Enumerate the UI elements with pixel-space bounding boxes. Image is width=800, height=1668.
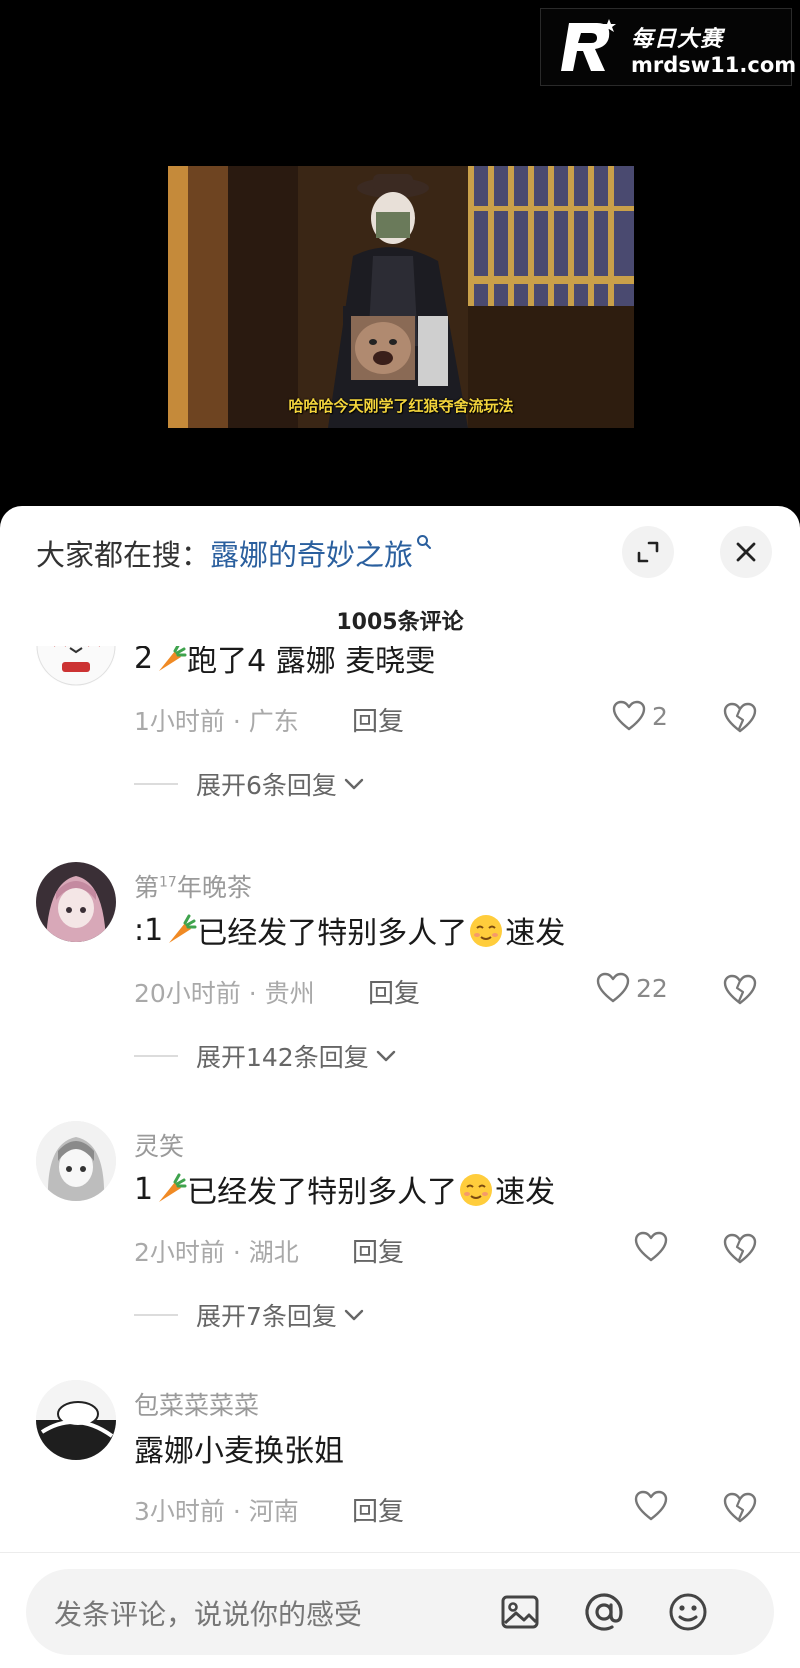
avatar[interactable] bbox=[36, 1121, 116, 1201]
reply-button[interactable]: 回复 bbox=[352, 701, 404, 738]
comment-content: :1 已经发了特别多人了 速发 bbox=[134, 908, 565, 952]
chevron-down-icon bbox=[344, 778, 364, 790]
comment-username[interactable]: 包菜菜菜菜 bbox=[134, 1386, 259, 1422]
expand-replies-label: 展开7条回复 bbox=[196, 1302, 337, 1331]
username-part: 第 bbox=[134, 873, 160, 902]
search-suggestion-prefix: 大家都在搜： bbox=[36, 538, 211, 572]
divider-line bbox=[134, 783, 178, 785]
search-suggestion-keyword[interactable]: 露娜的奇妙之旅 bbox=[210, 538, 413, 572]
comment-content-text: 已经发了特别多人了 bbox=[187, 1175, 458, 1210]
broken-heart-icon[interactable] bbox=[723, 1233, 757, 1265]
video-player[interactable]: 每日大赛 mrdsw11.com 哈哈哈今天刚学了红狼夺舍流玩法 bbox=[0, 0, 800, 520]
heart-icon bbox=[634, 1231, 668, 1262]
avatar-image bbox=[36, 1121, 116, 1201]
comment-content-prefix: 1 bbox=[134, 1171, 154, 1207]
comment-time-location: 2小时前 · 湖北 bbox=[134, 1238, 299, 1267]
comment-item: 灵笑 1 已经发了特别多人了 速发 2小时前 · 湖北 回复 展开7条回复 bbox=[0, 1121, 800, 1361]
heart-icon bbox=[634, 1490, 668, 1521]
comment-count: 1005条评论 bbox=[336, 610, 464, 635]
search-icon bbox=[417, 535, 432, 549]
broken-heart-icon[interactable] bbox=[723, 702, 757, 734]
avatar-image bbox=[36, 862, 116, 942]
comment-item: moon 2 跑了4 露娜 麦晓雯 1小时前 · 广东 回复 2 bbox=[0, 646, 800, 846]
like-button[interactable] bbox=[634, 1231, 674, 1263]
watermark: 每日大赛 mrdsw11.com bbox=[540, 8, 796, 86]
heart-icon bbox=[596, 972, 630, 1003]
username-part: 年晚茶 bbox=[176, 873, 252, 902]
comment-content-text: 速发 bbox=[495, 1175, 556, 1210]
reply-button[interactable]: 回复 bbox=[352, 1232, 404, 1269]
comment-content-text: 已经发了特别多人了 bbox=[197, 916, 468, 951]
comment-time-location: 20小时前 · 贵州 bbox=[134, 979, 315, 1008]
avatar[interactable] bbox=[36, 862, 116, 942]
smile-icon[interactable] bbox=[666, 1590, 710, 1634]
avatar[interactable] bbox=[36, 1380, 116, 1460]
comment-content-prefix: :1 bbox=[134, 912, 164, 948]
expand-icon bbox=[637, 541, 659, 563]
avatar[interactable] bbox=[36, 646, 116, 686]
comment-username[interactable]: 第17年晚茶 bbox=[134, 868, 252, 904]
comment-sheet: 大家都在搜：露娜的奇妙之旅 1005条评论 2 跑了4 露娜 麦晓雯 1小时前 … bbox=[0, 506, 800, 1668]
heart-icon bbox=[612, 700, 646, 731]
chevron-down-icon bbox=[376, 1050, 395, 1062]
username-superscript: 17 bbox=[159, 874, 177, 891]
broken-heart-icon[interactable] bbox=[723, 974, 757, 1006]
comment-content: 露娜小麦换张姐 bbox=[134, 1434, 344, 1469]
image-icon[interactable] bbox=[498, 1590, 542, 1634]
close-icon bbox=[736, 542, 756, 562]
comment-input-placeholder: 发条评论，说说你的感受 bbox=[54, 1598, 363, 1631]
comment-content-text: 跑了4 露娜 麦晓雯 bbox=[187, 646, 436, 679]
video-frame[interactable]: 哈哈哈今天刚学了红狼夺舍流玩法 bbox=[168, 166, 634, 428]
like-count: 22 bbox=[636, 973, 668, 1003]
like-button[interactable]: 22 bbox=[596, 972, 668, 1004]
comment-item: 包菜菜菜菜 露娜小麦换张姐 3小时前 · 河南 回复 bbox=[0, 1380, 800, 1551]
reply-button[interactable]: 回复 bbox=[368, 973, 420, 1010]
like-button[interactable] bbox=[634, 1490, 668, 1522]
avatar-image bbox=[36, 1380, 116, 1460]
comment-item: 第17年晚茶 :1 已经发了特别多人了 速发 20小时前 · 贵州 回复 22 … bbox=[0, 862, 800, 1102]
at-icon[interactable] bbox=[582, 1590, 626, 1634]
comment-time-location: 1小时前 · 广东 bbox=[134, 707, 299, 736]
chevron-down-icon bbox=[344, 1309, 364, 1321]
expand-replies-label: 展开142条回复 bbox=[196, 1043, 369, 1072]
carrot-emoji-icon bbox=[159, 646, 187, 671]
search-suggestion[interactable]: 大家都在搜：露娜的奇妙之旅 bbox=[36, 532, 432, 574]
comment-time-location: 3小时前 · 河南 bbox=[134, 1497, 299, 1526]
like-button[interactable]: 2 bbox=[612, 700, 668, 732]
expand-replies-label: 展开6条回复 bbox=[196, 771, 337, 800]
comment-username[interactable]: 灵笑 bbox=[134, 1127, 184, 1163]
brand-logo-icon bbox=[561, 19, 616, 71]
carrot-emoji-icon bbox=[169, 914, 197, 943]
shy-face-emoji-icon bbox=[460, 1174, 493, 1206]
carrot-emoji-icon bbox=[159, 1173, 187, 1202]
expand-button[interactable] bbox=[622, 526, 674, 578]
expand-replies-button[interactable]: 展开7条回复 bbox=[134, 1297, 365, 1333]
watermark-brand: 每日大赛 bbox=[631, 27, 724, 52]
expand-replies-button[interactable]: 展开6条回复 bbox=[134, 766, 365, 802]
comment-content: 2 跑了4 露娜 麦晓雯 bbox=[134, 646, 435, 680]
expand-replies-button[interactable]: 展开142条回复 bbox=[134, 1038, 397, 1074]
shy-face-emoji-icon bbox=[470, 915, 503, 947]
like-count: 2 bbox=[652, 701, 668, 731]
video-scene-image bbox=[168, 166, 634, 428]
comment-content: 1 已经发了特别多人了 速发 bbox=[134, 1167, 555, 1211]
comment-input-bar: 发条评论，说说你的感受 bbox=[0, 1552, 800, 1668]
comment-input[interactable]: 发条评论，说说你的感受 bbox=[26, 1569, 774, 1655]
reply-button[interactable]: 回复 bbox=[352, 1491, 404, 1528]
comment-content-text: 速发 bbox=[505, 916, 566, 951]
broken-heart-icon[interactable] bbox=[723, 1492, 757, 1524]
divider-line bbox=[134, 1055, 178, 1057]
comment-content-prefix: 2 bbox=[134, 646, 154, 676]
watermark-url: mrdsw11.com bbox=[631, 53, 797, 77]
divider-line bbox=[134, 1314, 178, 1316]
close-button[interactable] bbox=[720, 526, 772, 578]
video-subtitle: 哈哈哈今天刚学了红狼夺舍流玩法 bbox=[288, 397, 514, 415]
avatar-image bbox=[36, 646, 116, 686]
comment-list[interactable]: moon 2 跑了4 露娜 麦晓雯 1小时前 · 广东 回复 2 bbox=[0, 646, 800, 1551]
